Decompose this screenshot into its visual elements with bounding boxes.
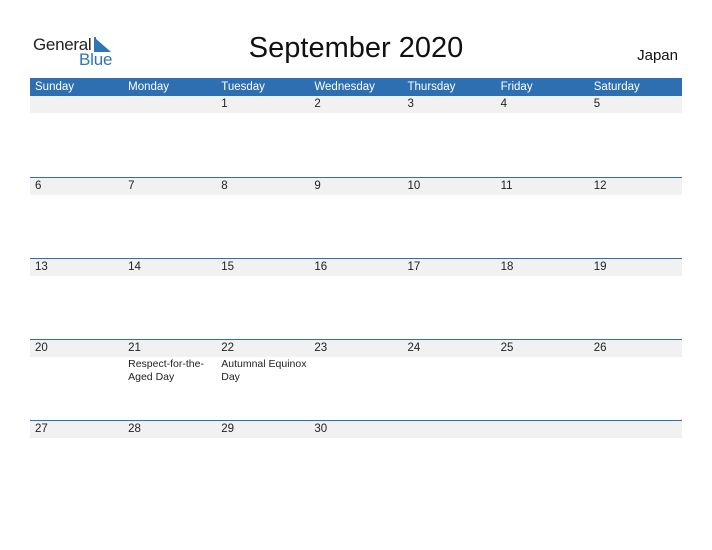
day-cell: 19 <box>589 259 682 340</box>
day-number: 6 <box>35 180 42 192</box>
day-cell: 30 <box>309 421 402 502</box>
day-cell: 13 <box>30 259 123 340</box>
week-cells: 6 7 8 9 10 11 12 <box>30 178 682 259</box>
weekday-monday: Monday <box>128 81 170 93</box>
holiday-label: Autumnal Equinox Day <box>221 358 307 383</box>
week-cells: 1 2 3 4 5 <box>30 96 682 177</box>
day-cell: 8 <box>216 178 309 259</box>
day-cell-empty <box>123 96 216 177</box>
day-number: 13 <box>35 261 48 273</box>
day-cell-empty <box>496 421 589 502</box>
day-number: 21 <box>128 342 141 354</box>
day-number: 16 <box>314 261 328 273</box>
day-cell-empty <box>403 421 496 502</box>
day-number: 24 <box>407 342 421 354</box>
day-cell: 7 <box>123 178 216 259</box>
day-number: 2 <box>314 98 321 110</box>
day-number: 9 <box>314 180 321 192</box>
day-number: 18 <box>500 261 514 273</box>
day-number: 22 <box>221 342 235 354</box>
day-number: 19 <box>593 261 607 273</box>
day-cell: 6 <box>30 178 123 259</box>
holiday-label: Respect-for-the-Aged Day <box>128 358 204 383</box>
day-cell: 4 <box>496 96 589 177</box>
weekday-tuesday: Tuesday <box>221 81 265 93</box>
day-number: 1 <box>221 98 228 110</box>
weekday-wednesday: Wednesday <box>314 81 375 93</box>
day-cell: 2 <box>309 96 402 177</box>
day-number: 10 <box>407 180 421 192</box>
day-cell: 23 <box>309 340 402 421</box>
day-cell: 28 <box>123 421 216 502</box>
day-cell: 26 <box>589 340 682 421</box>
day-cell: 10 <box>403 178 496 259</box>
week-row: 27 28 29 30 <box>30 420 682 502</box>
day-cell: 21 Respect-for-the-Aged Day <box>123 340 216 421</box>
day-number: 29 <box>221 423 235 435</box>
day-cell: 18 <box>496 259 589 340</box>
day-cell: 29 <box>216 421 309 502</box>
day-cell: 14 <box>123 259 216 340</box>
day-number: 3 <box>407 98 414 110</box>
week-row: 6 7 8 9 10 11 12 <box>30 177 682 259</box>
day-cell-empty <box>589 421 682 502</box>
day-number: 15 <box>221 261 235 273</box>
day-cell: 1 <box>216 96 309 177</box>
day-cell: 27 <box>30 421 123 502</box>
day-cell: 24 <box>403 340 496 421</box>
day-cell: 20 <box>30 340 123 421</box>
day-number: 11 <box>500 180 513 192</box>
day-number: 8 <box>221 180 228 192</box>
day-cell: 22 Autumnal Equinox Day <box>216 340 309 421</box>
day-cell: 25 <box>496 340 589 421</box>
day-cell: 11 <box>496 178 589 259</box>
week-row: 20 21 Respect-for-the-Aged Day 22 Autumnal E… <box>30 339 682 421</box>
country-label: Japan <box>637 47 678 64</box>
day-number: 20 <box>35 342 48 354</box>
weekday-header: Sunday Monday Tuesday Wednesday Thursday… <box>30 78 682 96</box>
day-number: 23 <box>314 342 328 354</box>
day-cell: 3 <box>403 96 496 177</box>
day-cell: 12 <box>589 178 682 259</box>
day-cell: 16 <box>309 259 402 340</box>
day-number: 26 <box>593 342 607 354</box>
day-number: 5 <box>593 98 601 110</box>
day-number: 4 <box>500 98 508 110</box>
day-number: 28 <box>128 423 141 435</box>
weekday-friday: Friday <box>500 81 533 93</box>
day-cell: 5 <box>589 96 682 177</box>
weekday-thursday: Thursday <box>407 81 456 93</box>
week-row: 1 2 3 4 5 <box>30 96 682 177</box>
day-cell: 15 <box>216 259 309 340</box>
day-number: 27 <box>35 423 48 435</box>
day-cell: 17 <box>403 259 496 340</box>
week-cells: 20 21 Respect-for-the-Aged Day 22 Autumnal E… <box>30 340 682 421</box>
day-cell-empty <box>30 96 123 177</box>
day-number: 30 <box>314 423 328 435</box>
day-number: 14 <box>128 261 141 273</box>
week-cells: 13 14 15 16 17 18 19 <box>30 259 682 340</box>
day-cell: 9 <box>309 178 402 259</box>
weekday-saturday: Saturday <box>593 81 640 93</box>
weekday-sunday: Sunday <box>35 81 75 93</box>
day-number: 7 <box>128 180 135 192</box>
calendar-title: September 2020 <box>248 32 464 64</box>
day-number: 25 <box>500 342 514 354</box>
week-cells: 27 28 29 30 <box>30 421 682 502</box>
day-number: 12 <box>593 180 607 192</box>
day-number: 17 <box>407 261 421 273</box>
week-row: 13 14 15 16 17 18 19 <box>30 258 682 340</box>
